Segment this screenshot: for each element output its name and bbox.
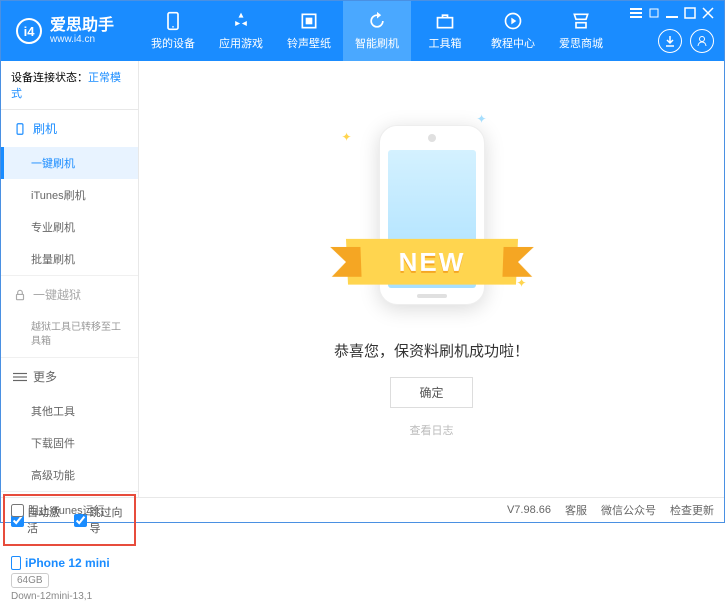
store-icon [571, 11, 591, 31]
sidebar-item-advanced[interactable]: 高级功能 [1, 459, 138, 491]
download-button[interactable] [658, 29, 682, 53]
lock-icon [13, 288, 27, 302]
close-icon[interactable] [702, 7, 714, 19]
group-label: 刷机 [33, 120, 57, 137]
status-label: 设备连接状态： [11, 72, 88, 84]
nav-label: 爱思商城 [559, 35, 603, 51]
menu-icon[interactable] [630, 7, 642, 19]
jailbreak-note: 越狱工具已转移至工具箱 [1, 313, 138, 357]
block-itunes-checkbox[interactable]: 阻止iTunes运行 [11, 502, 105, 518]
brand-name: 爱思助手 [50, 18, 114, 34]
nav-label: 铃声壁纸 [287, 35, 331, 51]
window-controls [630, 7, 714, 19]
device-icon [11, 556, 21, 570]
nav-smart-flash[interactable]: 智能刷机 [343, 1, 411, 61]
sidebar-group-flash[interactable]: 刷机 [1, 110, 138, 147]
phone-icon [163, 11, 183, 31]
device-name: iPhone 12 mini [11, 556, 128, 570]
success-illustration: ✦ ✦ ✦ NEW [357, 120, 507, 320]
support-link[interactable]: 客服 [565, 502, 587, 518]
success-message: 恭喜您，保资料刷机成功啦！ [334, 340, 529, 361]
version-label: V7.98.66 [507, 504, 551, 516]
new-banner: NEW [345, 239, 517, 285]
sidebar-item-batch-flash[interactable]: 批量刷机 [1, 243, 138, 275]
nav-tutorials[interactable]: 教程中心 [479, 1, 547, 61]
sidebar-group-more[interactable]: 更多 [1, 358, 138, 395]
group-label: 更多 [33, 368, 57, 385]
sidebar-item-itunes-flash[interactable]: iTunes刷机 [1, 179, 138, 211]
sidebar-item-pro-flash[interactable]: 专业刷机 [1, 211, 138, 243]
nav-label: 工具箱 [429, 35, 462, 51]
nav-label: 智能刷机 [355, 35, 399, 51]
brand-url: www.i4.cn [50, 34, 114, 45]
skin-icon[interactable] [648, 7, 660, 19]
group-label: 一键越狱 [33, 286, 81, 303]
sidebar-group-jailbreak: 一键越狱 [1, 276, 138, 313]
wallpaper-icon [299, 11, 319, 31]
download-icon [664, 35, 676, 47]
nav-apps-games[interactable]: 应用游戏 [207, 1, 275, 61]
user-avatar[interactable] [690, 29, 714, 53]
check-update-link[interactable]: 检查更新 [670, 502, 714, 518]
minimize-icon[interactable] [666, 7, 678, 19]
apps-icon [231, 11, 251, 31]
header-user-area [658, 29, 714, 53]
nav-store[interactable]: 爱思商城 [547, 1, 615, 61]
nav-my-devices[interactable]: 我的设备 [139, 1, 207, 61]
wechat-link[interactable]: 微信公众号 [601, 502, 656, 518]
main-content: ✦ ✦ ✦ NEW 恭喜您，保资料刷机成功啦！ 确定 查看日志 [139, 61, 724, 497]
device-storage: 64GB [11, 573, 49, 588]
sidebar-item-one-click-flash[interactable]: 一键刷机 [1, 147, 138, 179]
device-block[interactable]: iPhone 12 mini 64GB Down-12mini-13,1 [1, 548, 138, 610]
nav-label: 教程中心 [491, 35, 535, 51]
user-icon [696, 35, 708, 47]
nav-label: 应用游戏 [219, 35, 263, 51]
sidebar-item-download-firmware[interactable]: 下载固件 [1, 427, 138, 459]
view-log-link[interactable]: 查看日志 [410, 422, 454, 438]
phone-flash-icon [13, 122, 27, 136]
nav-ringtones[interactable]: 铃声壁纸 [275, 1, 343, 61]
maximize-icon[interactable] [684, 7, 696, 19]
ok-button[interactable]: 确定 [390, 377, 472, 408]
tutorial-icon [503, 11, 523, 31]
logo: i4 爱思助手 www.i4.cn [1, 18, 129, 45]
app-header: i4 爱思助手 www.i4.cn 我的设备 应用游戏 铃声壁纸 智能刷机 工具… [1, 1, 724, 61]
sidebar: 设备连接状态：正常模式 刷机 一键刷机 iTunes刷机 专业刷机 批量刷机 一… [1, 61, 139, 497]
nav-toolbox[interactable]: 工具箱 [411, 1, 479, 61]
logo-icon: i4 [16, 18, 42, 44]
device-model: Down-12mini-13,1 [11, 591, 128, 602]
connection-status: 设备连接状态：正常模式 [1, 61, 138, 110]
toolbox-icon [435, 11, 455, 31]
nav-label: 我的设备 [151, 35, 195, 51]
sidebar-item-other-tools[interactable]: 其他工具 [1, 395, 138, 427]
refresh-icon [367, 11, 387, 31]
menu-icon [13, 370, 27, 384]
top-nav: 我的设备 应用游戏 铃声壁纸 智能刷机 工具箱 教程中心 爱思商城 [139, 1, 615, 61]
checkbox-label: 阻止iTunes运行 [28, 502, 105, 518]
